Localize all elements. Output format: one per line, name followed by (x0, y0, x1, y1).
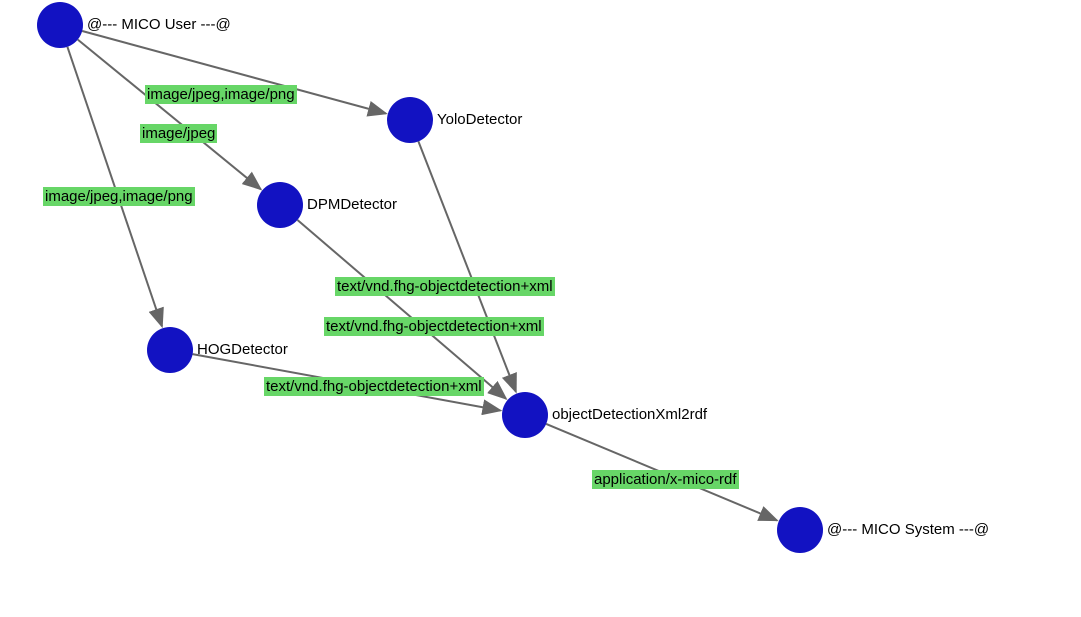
edge-label-user-to-yolo: image/jpeg,image/png (145, 85, 297, 104)
edge-label-user-to-hog: image/jpeg,image/png (43, 187, 195, 206)
node-mico-user[interactable] (37, 2, 83, 48)
node-yolo-detector[interactable] (387, 97, 433, 143)
edge-label-xml2rdf-to-system: application/x-mico-rdf (592, 470, 739, 489)
edge-label-yolo-to-xml2rdf: text/vnd.fhg-objectdetection+xml (335, 277, 555, 296)
node-label-mico-user: @--- MICO User ---@ (87, 16, 231, 33)
edge-label-dpm-to-xml2rdf: text/vnd.fhg-objectdetection+xml (324, 317, 544, 336)
node-label-xml2rdf: objectDetectionXml2rdf (552, 406, 707, 423)
node-label-hog-detector: HOGDetector (197, 341, 288, 358)
edge-label-hog-to-xml2rdf: text/vnd.fhg-objectdetection+xml (264, 377, 484, 396)
node-label-mico-system: @--- MICO System ---@ (827, 521, 989, 538)
node-hog-detector[interactable] (147, 327, 193, 373)
node-dpm-detector[interactable] (257, 182, 303, 228)
node-label-yolo-detector: YoloDetector (437, 111, 522, 128)
node-label-dpm-detector: DPMDetector (307, 196, 397, 213)
node-object-detection-xml2rdf[interactable] (502, 392, 548, 438)
edge-label-user-to-dpm: image/jpeg (140, 124, 217, 143)
node-mico-system[interactable] (777, 507, 823, 553)
diagram-canvas[interactable]: @--- MICO User ---@ YoloDetector DPMDete… (0, 0, 1081, 617)
